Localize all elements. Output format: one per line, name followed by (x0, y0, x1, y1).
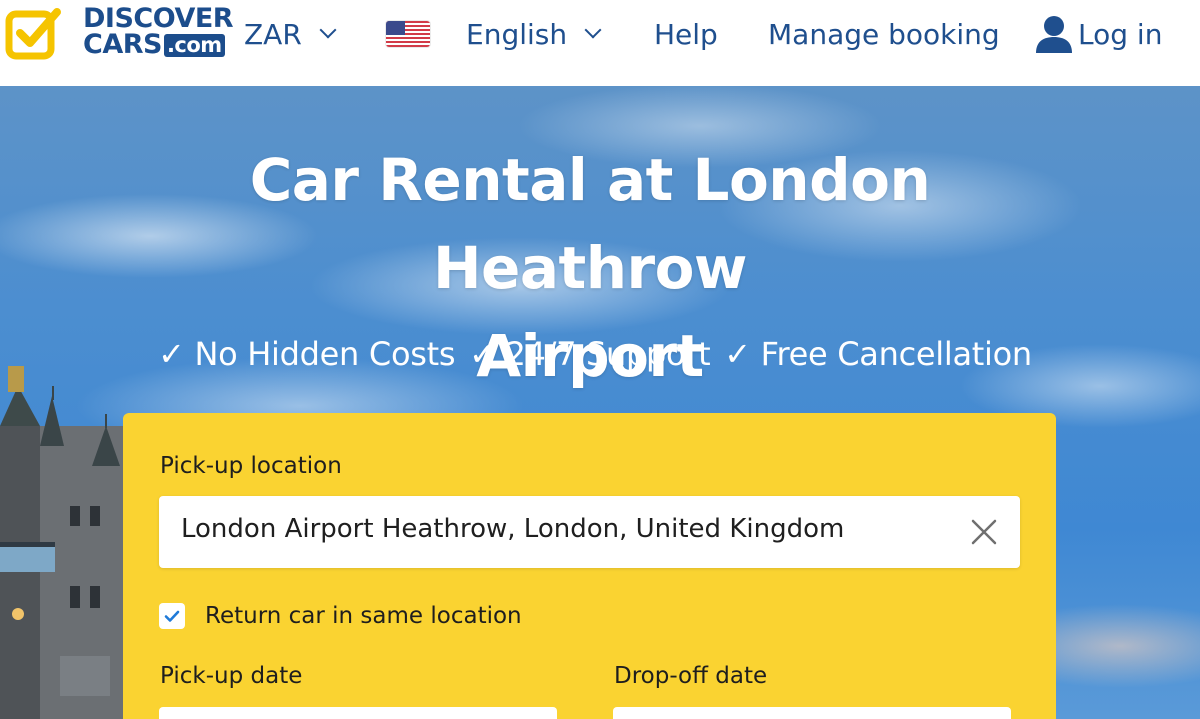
benefits-line: ✓ No Hidden Costs ✓ 24/7 Support ✓ Free … (100, 332, 1090, 376)
benefit-free-cancellation: ✓ Free Cancellation (724, 335, 1032, 373)
login-link[interactable]: Log in (1034, 14, 1162, 54)
chevron-down-icon (584, 21, 602, 39)
benefit-no-hidden-costs: ✓ No Hidden Costs (158, 335, 456, 373)
benefit-support: ✓ 24/7 Support (469, 335, 711, 373)
tower-bridge-image (0, 366, 125, 719)
login-label: Log in (1078, 17, 1163, 51)
pickup-location-input[interactable]: London Airport Heathrow, London, United … (159, 496, 1020, 568)
hero-section: Car Rental at London Heathrow Airport ✓ N… (0, 86, 1200, 719)
language-label: English (466, 17, 568, 51)
site-header: DISCOVER CARS .com ZAR English Help Manag… (0, 0, 1200, 86)
currency-label: ZAR (244, 17, 302, 51)
chevron-down-icon (319, 21, 337, 39)
pickup-location-value: London Airport Heathrow, London, United … (181, 514, 845, 544)
checkmark-icon (164, 610, 180, 622)
dropoff-date-input[interactable] (613, 707, 1011, 719)
manage-booking-link[interactable]: Manage booking (768, 14, 1000, 54)
user-icon (1036, 16, 1072, 53)
language-selector[interactable]: English (386, 14, 602, 54)
dropoff-date-label: Drop-off date (614, 663, 768, 689)
logo-com-badge: .com (163, 34, 225, 57)
return-same-location-checkbox[interactable] (159, 603, 185, 629)
pickup-date-label: Pick-up date (160, 663, 303, 689)
us-flag-icon (386, 21, 430, 47)
help-link[interactable]: Help (654, 14, 718, 54)
logo-wordmark: DISCOVER CARS .com (83, 3, 234, 60)
discovercars-logo[interactable]: DISCOVER CARS .com (5, 4, 250, 64)
close-icon[interactable] (970, 518, 998, 546)
search-form: Pick-up location London Airport Heathrow… (123, 413, 1056, 719)
check-square-icon (5, 8, 61, 60)
return-same-location-label[interactable]: Return car in same location (205, 603, 522, 629)
pickup-date-input[interactable] (159, 707, 557, 719)
currency-selector[interactable]: ZAR (244, 14, 337, 54)
pickup-location-label: Pick-up location (160, 453, 342, 479)
